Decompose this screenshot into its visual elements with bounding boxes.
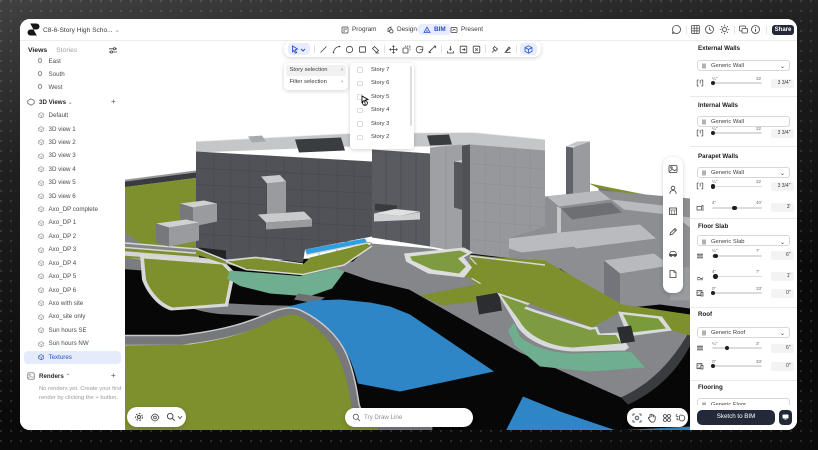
svg-text:5: 5 bbox=[364, 100, 367, 105]
